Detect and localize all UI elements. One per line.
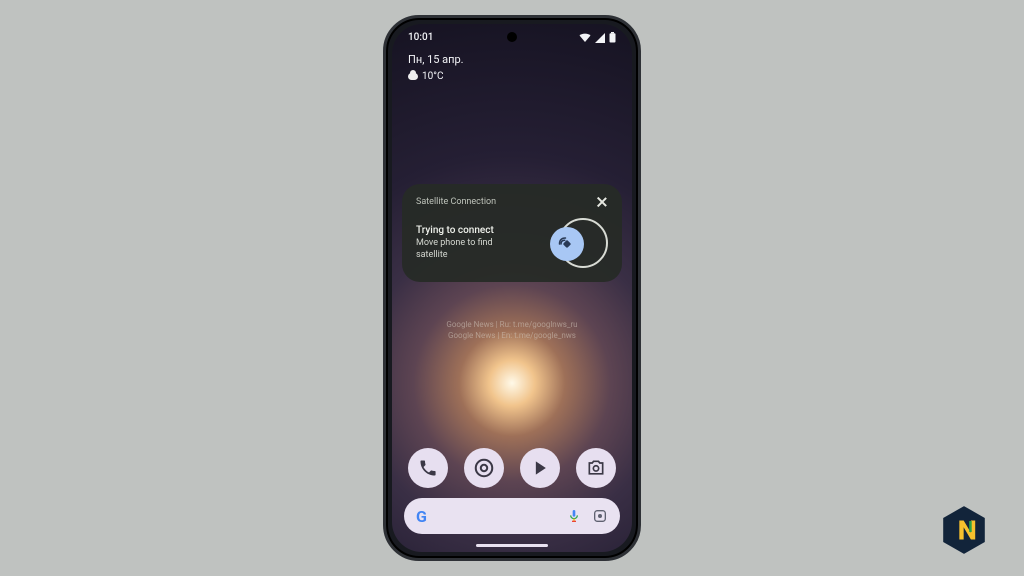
wallpaper-watermark: Google News | Ru: t.me/googlnws_ru Googl…	[392, 320, 632, 342]
satellite-icon	[558, 235, 576, 253]
phone-screen: 10:01 Пн, 15 апр. 10°C	[392, 24, 632, 552]
weather-row: 10°C	[408, 69, 464, 84]
lens-icon[interactable]	[592, 508, 608, 524]
wifi-icon	[579, 33, 591, 43]
status-clock: 10:01	[408, 32, 433, 43]
satellite-hint: Move phone to find satellite	[416, 238, 526, 261]
watermark-line1: Google News | Ru: t.me/googlnws_ru	[392, 320, 632, 331]
phone-frame: 10:01 Пн, 15 апр. 10°C	[383, 15, 641, 561]
chrome-app-icon[interactable]	[464, 448, 504, 488]
satellite-card-body: Trying to connect Move phone to find sat…	[416, 218, 608, 268]
status-icons	[579, 32, 616, 43]
phone-app-icon[interactable]	[408, 448, 448, 488]
mic-icon[interactable]	[566, 508, 582, 524]
close-icon[interactable]	[596, 196, 608, 208]
signal-icon	[595, 33, 605, 43]
satellite-card-title: Satellite Connection	[416, 197, 496, 207]
satellite-card-text: Trying to connect Move phone to find sat…	[416, 225, 526, 261]
camera-app-icon[interactable]	[576, 448, 616, 488]
cloud-icon	[408, 73, 418, 80]
svg-text:N: N	[958, 514, 977, 546]
satellite-position-dot	[550, 227, 584, 261]
play-store-app-icon[interactable]	[520, 448, 560, 488]
google-search-bar[interactable]: G	[404, 498, 620, 534]
gesture-nav-bar[interactable]	[476, 544, 548, 547]
satellite-status: Trying to connect	[416, 225, 526, 236]
camera-punch-hole	[507, 32, 517, 42]
satellite-card-header: Satellite Connection	[416, 196, 608, 208]
date-text: Пн, 15 апр.	[408, 52, 464, 69]
svg-text:I: I	[968, 518, 973, 536]
dock	[392, 448, 632, 488]
date-weather-widget[interactable]: Пн, 15 апр. 10°C	[408, 52, 464, 84]
google-logo: G	[416, 507, 427, 526]
battery-icon	[609, 32, 616, 43]
satellite-connection-card[interactable]: Satellite Connection Trying to connect M…	[402, 184, 622, 282]
satellite-graphic	[548, 218, 608, 268]
site-badge: N I	[938, 504, 990, 556]
watermark-line2: Google News | En: t.me/google_nws	[392, 331, 632, 342]
temperature-text: 10°C	[422, 69, 443, 84]
